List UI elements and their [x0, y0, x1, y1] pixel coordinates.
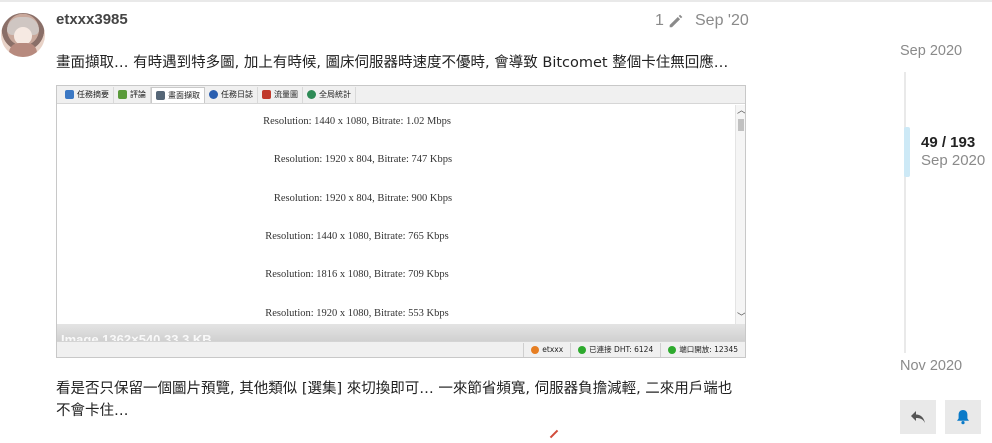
timeline-scroll-handle[interactable] [904, 127, 910, 177]
bitcomet-tab-bar: 任務摘要 評論 畫面擷取 任務日誌 流量圖 全局統計 [57, 86, 745, 104]
status-port: 端口開放: 12345 [660, 342, 745, 357]
capture-icon [156, 90, 165, 100]
edit-history-button[interactable]: 1 [655, 12, 685, 30]
reply-icon [911, 411, 925, 423]
chevron-up-icon: ︿ [736, 106, 746, 116]
timeline-start-date[interactable]: Sep 2020 [900, 43, 962, 59]
tab-label: 畫面擷取 [168, 90, 200, 100]
port-open-icon [668, 345, 677, 354]
status-label: 端口開放: 12345 [679, 345, 738, 354]
avatar[interactable] [1, 13, 45, 57]
timeline-current-date: Sep 2020 [921, 152, 986, 169]
tab-log: 任務日誌 [205, 86, 258, 103]
resolution-line: Resolution: 1920 x 1080, Bitrate: 553 Kb… [265, 308, 449, 319]
comment-icon [118, 90, 127, 99]
tab-label: 任務日誌 [221, 90, 253, 99]
post-username[interactable]: etxxx3985 [56, 11, 128, 28]
embedded-screenshot[interactable]: 任務摘要 評論 畫面擷取 任務日誌 流量圖 全局統計 Resolution: 1… [56, 85, 746, 358]
edit-count: 1 [655, 12, 664, 29]
chevron-down-icon: ﹀ [736, 313, 746, 323]
decorative-mark [549, 429, 559, 439]
tab-stats: 全局統計 [303, 86, 356, 103]
status-label: etxxx [542, 345, 564, 354]
top-divider [0, 0, 992, 2]
timeline-track[interactable] [904, 72, 906, 353]
tab-label: 評論 [130, 90, 146, 99]
resolution-line: Resolution: 1816 x 1080, Bitrate: 709 Kb… [265, 269, 449, 280]
timeline-position: 49 / 193 [921, 134, 976, 151]
timeline-end-date[interactable]: Nov 2020 [900, 358, 962, 374]
tab-comments: 評論 [114, 86, 151, 103]
capture-scrollbar: ︿ ﹀ [735, 105, 746, 324]
post-paragraph-1: 畫面擷取… 有時遇到特多圖, 加上有時候, 圖床伺服器時速度不優時, 會導致 B… [56, 55, 729, 71]
resolution-line: Resolution: 1920 x 804, Bitrate: 747 Kbp… [273, 154, 453, 165]
capture-list: Resolution: 1440 x 1080, Bitrate: 1.02 M… [57, 105, 735, 324]
bell-icon [957, 410, 969, 425]
post-paragraph-2: 看是否只保留一個圖片預覽, 其他類似 [選集] 來切換即可… 一來節省頻寬, 伺… [56, 381, 733, 419]
status-dht: 已連接 DHT: 6124 [570, 342, 660, 357]
graph-icon [262, 90, 271, 99]
tab-capture: 畫面擷取 [151, 86, 205, 103]
tab-graph: 流量圖 [258, 86, 303, 103]
summary-icon [65, 90, 74, 99]
resolution-line: Resolution: 1920 x 804, Bitrate: 900 Kbp… [273, 193, 453, 204]
scroll-thumb [738, 119, 744, 131]
reply-button[interactable] [900, 400, 936, 434]
notification-button[interactable] [945, 400, 981, 434]
info-icon [209, 90, 218, 99]
resolution-line: Resolution: 1440 x 1080, Bitrate: 765 Kb… [265, 231, 449, 242]
tab-label: 流量圖 [274, 90, 298, 99]
resolution-line: Resolution: 1440 x 1080, Bitrate: 1.02 M… [263, 116, 451, 127]
pencil-icon [669, 14, 683, 28]
post-date[interactable]: Sep '20 [695, 12, 749, 30]
globe-icon [307, 90, 316, 99]
user-status-icon [531, 345, 540, 354]
status-user: etxxx [523, 342, 570, 357]
tab-summary: 任務摘要 [61, 86, 114, 103]
status-label: 已連接 DHT: 6124 [589, 345, 654, 354]
bitcomet-status-bar: etxxx 已連接 DHT: 6124 端口開放: 12345 [57, 341, 745, 357]
connected-icon [578, 345, 587, 354]
tab-label: 全局統計 [319, 90, 351, 99]
tab-label: 任務摘要 [77, 90, 109, 99]
